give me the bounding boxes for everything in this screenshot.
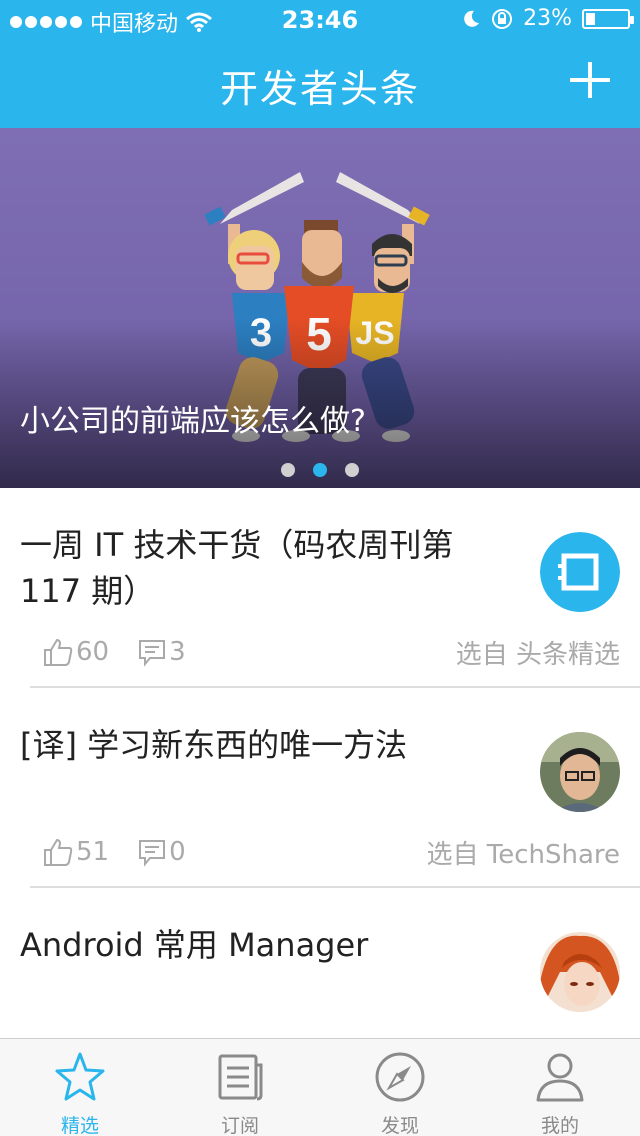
- tab-label: 我的: [540, 1115, 579, 1136]
- rotation-lock-icon: [492, 8, 513, 29]
- status-right: 23%: [461, 6, 634, 31]
- comment-icon: [139, 840, 166, 867]
- comment-group[interactable]: 0: [137, 837, 186, 867]
- tab-label: 精选: [60, 1115, 99, 1136]
- article-title[interactable]: 一周 IT 技术干货（码农周刊第 117 期）: [20, 522, 500, 614]
- author-avatar: [540, 932, 620, 1012]
- comment-icon: [139, 640, 166, 667]
- article-source[interactable]: 选自 头条精选: [456, 634, 620, 671]
- list-icon: [218, 1054, 263, 1101]
- article-source[interactable]: 选自 TechShare: [426, 834, 620, 871]
- status-bar: 中国移动 23:46 23%: [0, 0, 640, 40]
- tab-label: 发现: [380, 1115, 419, 1136]
- article-title[interactable]: [译] 学习新东西的唯一方法: [20, 722, 500, 768]
- add-button[interactable]: [568, 58, 612, 102]
- tab-label: 订阅: [220, 1115, 259, 1136]
- comment-count: 0: [169, 837, 186, 867]
- article-meta: 60 3: [42, 636, 214, 668]
- article-source-icon: [540, 532, 620, 612]
- page-title: 开发者头条: [219, 67, 420, 111]
- like-count: 51: [76, 837, 110, 867]
- moon-icon: [464, 10, 480, 27]
- author-avatar: [540, 732, 620, 812]
- battery-percent: 23%: [523, 6, 572, 31]
- like-group[interactable]: 51: [42, 836, 109, 868]
- comment-count: 3: [169, 637, 186, 667]
- like-group[interactable]: 60: [42, 636, 109, 668]
- tab-featured[interactable]: 精选: [0, 1039, 160, 1136]
- article-meta: 51 0: [42, 836, 214, 868]
- compass-icon: [375, 1052, 425, 1102]
- banner-carousel[interactable]: 3 5 JS 小公司的前端应该怎么做?: [0, 128, 640, 488]
- banner-caption[interactable]: 小公司的前端应该怎么做?: [20, 396, 366, 440]
- banner-pager[interactable]: [0, 463, 640, 477]
- pager-dot[interactable]: [281, 463, 295, 477]
- tab-bar: 精选 订阅 发现 我的: [0, 1038, 640, 1136]
- thumbs-up-icon: [44, 838, 73, 866]
- pager-dot-active[interactable]: [313, 463, 327, 477]
- pager-dot[interactable]: [345, 463, 359, 477]
- thumbs-up-icon: [44, 638, 73, 666]
- top-bar: 中国移动 23:46 23% 开发者头条: [0, 0, 640, 128]
- battery-icon: [582, 8, 634, 29]
- tab-me[interactable]: 我的: [480, 1039, 640, 1136]
- comment-group[interactable]: 3: [137, 637, 186, 667]
- article-title[interactable]: Android 常用 Manager: [20, 922, 500, 968]
- article-item[interactable]: 一周 IT 技术干货（码农周刊第 117 期） 60 3 选自 头条精选: [0, 488, 640, 688]
- like-count: 60: [76, 637, 110, 667]
- star-icon: [55, 1052, 105, 1101]
- tab-discover[interactable]: 发现: [320, 1039, 480, 1136]
- user-icon: [536, 1053, 584, 1102]
- tab-subscribe[interactable]: 订阅: [160, 1039, 320, 1136]
- article-item[interactable]: [译] 学习新东西的唯一方法 51 0 选自 TechShare: [0, 688, 640, 888]
